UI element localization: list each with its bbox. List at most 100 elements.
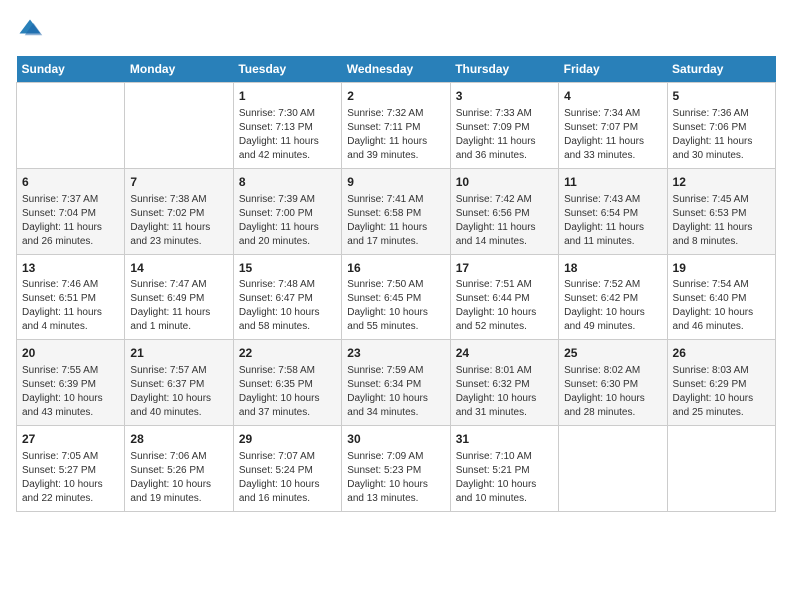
day-info: Sunrise: 7:57 AM Sunset: 6:37 PM Dayligh… [130, 364, 227, 420]
calendar-header-row: SundayMondayTuesdayWednesdayThursdayFrid… [17, 56, 776, 83]
day-info: Sunrise: 7:52 AM Sunset: 6:42 PM Dayligh… [564, 278, 661, 334]
calendar-cell: 21Sunrise: 7:57 AM Sunset: 6:37 PM Dayli… [125, 340, 233, 426]
calendar-cell: 5 Sunrise: 7:36 AM Sunset: 7:06 PM Daylig… [667, 83, 775, 169]
calendar-cell: 27 Sunrise: 7:05 AM Sunset: 5:27 PM Dayli… [17, 426, 125, 512]
day-number: 17 [456, 260, 553, 277]
day-info: Sunrise: 7:39 AM Sunset: 7:00 PM Dayligh… [239, 193, 336, 249]
day-number: 31 [456, 431, 553, 448]
day-info: Sunrise: 7:54 AM Sunset: 6:40 PM Dayligh… [673, 278, 770, 334]
calendar-cell: 28Sunrise: 7:06 AM Sunset: 5:26 PM Dayli… [125, 426, 233, 512]
calendar-week-row: 6 Sunrise: 7:37 AM Sunset: 7:04 PM Daylig… [17, 168, 776, 254]
day-info: Sunrise: 7:05 AM Sunset: 5:27 PM Dayligh… [22, 450, 119, 506]
calendar-cell: 25 Sunrise: 8:02 AM Sunset: 6:30 PM Dayli… [559, 340, 667, 426]
calendar-cell: 17Sunrise: 7:51 AM Sunset: 6:44 PM Dayli… [450, 254, 558, 340]
day-info: Sunrise: 7:48 AM Sunset: 6:47 PM Dayligh… [239, 278, 336, 334]
page-header [16, 16, 776, 44]
day-info: Sunrise: 7:58 AM Sunset: 6:35 PM Dayligh… [239, 364, 336, 420]
calendar-cell: 15Sunrise: 7:48 AM Sunset: 6:47 PM Dayli… [233, 254, 341, 340]
day-number: 27 [22, 431, 119, 448]
day-of-week-header: Friday [559, 56, 667, 83]
calendar-cell [667, 426, 775, 512]
day-number: 10 [456, 174, 553, 191]
day-info: Sunrise: 7:46 AM Sunset: 6:51 PM Dayligh… [22, 278, 119, 334]
day-info: Sunrise: 7:59 AM Sunset: 6:34 PM Dayligh… [347, 364, 444, 420]
day-number: 13 [22, 260, 119, 277]
day-number: 24 [456, 345, 553, 362]
day-number: 18 [564, 260, 661, 277]
calendar-cell [559, 426, 667, 512]
calendar-cell: 23 Sunrise: 7:59 AM Sunset: 6:34 PM Dayli… [342, 340, 450, 426]
calendar-cell: 24 Sunrise: 8:01 AM Sunset: 6:32 PM Dayli… [450, 340, 558, 426]
day-info: Sunrise: 7:30 AM Sunset: 7:13 PM Dayligh… [239, 107, 336, 163]
calendar-cell: 11Sunrise: 7:43 AM Sunset: 6:54 PM Dayli… [559, 168, 667, 254]
calendar-week-row: 1 Sunrise: 7:30 AM Sunset: 7:13 PM Daylig… [17, 83, 776, 169]
day-number: 26 [673, 345, 770, 362]
day-info: Sunrise: 7:51 AM Sunset: 6:44 PM Dayligh… [456, 278, 553, 334]
day-number: 3 [456, 88, 553, 105]
day-of-week-header: Tuesday [233, 56, 341, 83]
day-info: Sunrise: 7:45 AM Sunset: 6:53 PM Dayligh… [673, 193, 770, 249]
calendar-cell: 29Sunrise: 7:07 AM Sunset: 5:24 PM Dayli… [233, 426, 341, 512]
calendar-cell: 6 Sunrise: 7:37 AM Sunset: 7:04 PM Daylig… [17, 168, 125, 254]
day-number: 7 [130, 174, 227, 191]
day-info: Sunrise: 7:47 AM Sunset: 6:49 PM Dayligh… [130, 278, 227, 334]
day-info: Sunrise: 7:36 AM Sunset: 7:06 PM Dayligh… [673, 107, 770, 163]
calendar-cell: 30 Sunrise: 7:09 AM Sunset: 5:23 PM Dayli… [342, 426, 450, 512]
day-info: Sunrise: 8:01 AM Sunset: 6:32 PM Dayligh… [456, 364, 553, 420]
day-info: Sunrise: 7:34 AM Sunset: 7:07 PM Dayligh… [564, 107, 661, 163]
calendar-week-row: 13Sunrise: 7:46 AM Sunset: 6:51 PM Dayli… [17, 254, 776, 340]
calendar-cell [17, 83, 125, 169]
calendar-cell: 14Sunrise: 7:47 AM Sunset: 6:49 PM Dayli… [125, 254, 233, 340]
calendar-cell: 26 Sunrise: 8:03 AM Sunset: 6:29 PM Dayli… [667, 340, 775, 426]
day-of-week-header: Monday [125, 56, 233, 83]
day-number: 6 [22, 174, 119, 191]
day-of-week-header: Wednesday [342, 56, 450, 83]
calendar-cell [125, 83, 233, 169]
day-number: 30 [347, 431, 444, 448]
calendar-cell: 2 Sunrise: 7:32 AM Sunset: 7:11 PM Daylig… [342, 83, 450, 169]
day-of-week-header: Sunday [17, 56, 125, 83]
day-number: 15 [239, 260, 336, 277]
day-info: Sunrise: 7:10 AM Sunset: 5:21 PM Dayligh… [456, 450, 553, 506]
day-info: Sunrise: 8:03 AM Sunset: 6:29 PM Dayligh… [673, 364, 770, 420]
calendar-cell: 10 Sunrise: 7:42 AM Sunset: 6:56 PM Dayli… [450, 168, 558, 254]
day-info: Sunrise: 7:37 AM Sunset: 7:04 PM Dayligh… [22, 193, 119, 249]
calendar-week-row: 27 Sunrise: 7:05 AM Sunset: 5:27 PM Dayli… [17, 426, 776, 512]
day-info: Sunrise: 7:50 AM Sunset: 6:45 PM Dayligh… [347, 278, 444, 334]
day-info: Sunrise: 8:02 AM Sunset: 6:30 PM Dayligh… [564, 364, 661, 420]
calendar-cell: 19Sunrise: 7:54 AM Sunset: 6:40 PM Dayli… [667, 254, 775, 340]
calendar-cell: 22 Sunrise: 7:58 AM Sunset: 6:35 PM Dayli… [233, 340, 341, 426]
day-number: 8 [239, 174, 336, 191]
day-info: Sunrise: 7:09 AM Sunset: 5:23 PM Dayligh… [347, 450, 444, 506]
day-number: 23 [347, 345, 444, 362]
day-number: 1 [239, 88, 336, 105]
calendar-cell: 3 Sunrise: 7:33 AM Sunset: 7:09 PM Daylig… [450, 83, 558, 169]
day-info: Sunrise: 7:41 AM Sunset: 6:58 PM Dayligh… [347, 193, 444, 249]
day-info: Sunrise: 7:06 AM Sunset: 5:26 PM Dayligh… [130, 450, 227, 506]
day-of-week-header: Saturday [667, 56, 775, 83]
day-info: Sunrise: 7:42 AM Sunset: 6:56 PM Dayligh… [456, 193, 553, 249]
day-number: 20 [22, 345, 119, 362]
day-number: 2 [347, 88, 444, 105]
logo-icon [16, 16, 44, 44]
day-number: 5 [673, 88, 770, 105]
day-of-week-header: Thursday [450, 56, 558, 83]
day-info: Sunrise: 7:33 AM Sunset: 7:09 PM Dayligh… [456, 107, 553, 163]
calendar-cell: 20Sunrise: 7:55 AM Sunset: 6:39 PM Dayli… [17, 340, 125, 426]
calendar-cell: 31 Sunrise: 7:10 AM Sunset: 5:21 PM Dayli… [450, 426, 558, 512]
day-number: 25 [564, 345, 661, 362]
day-number: 16 [347, 260, 444, 277]
calendar-cell: 13Sunrise: 7:46 AM Sunset: 6:51 PM Dayli… [17, 254, 125, 340]
day-number: 29 [239, 431, 336, 448]
day-number: 11 [564, 174, 661, 191]
day-number: 14 [130, 260, 227, 277]
calendar-cell: 9Sunrise: 7:41 AM Sunset: 6:58 PM Daylig… [342, 168, 450, 254]
day-number: 4 [564, 88, 661, 105]
calendar-cell: 16Sunrise: 7:50 AM Sunset: 6:45 PM Dayli… [342, 254, 450, 340]
calendar-week-row: 20Sunrise: 7:55 AM Sunset: 6:39 PM Dayli… [17, 340, 776, 426]
day-number: 22 [239, 345, 336, 362]
day-info: Sunrise: 7:32 AM Sunset: 7:11 PM Dayligh… [347, 107, 444, 163]
day-number: 19 [673, 260, 770, 277]
day-number: 12 [673, 174, 770, 191]
calendar-table: SundayMondayTuesdayWednesdayThursdayFrid… [16, 56, 776, 512]
